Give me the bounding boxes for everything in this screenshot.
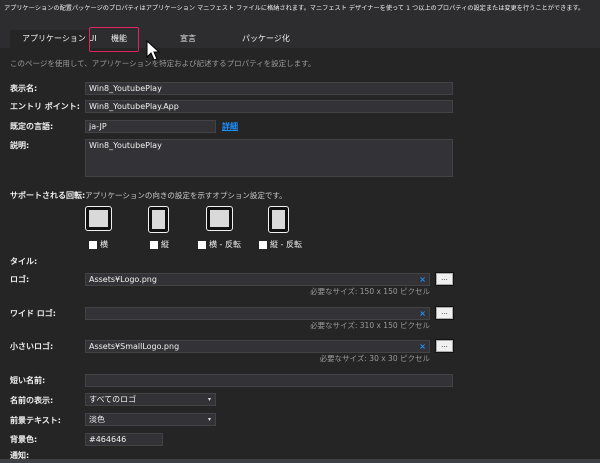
- portrait-checkbox[interactable]: 縦: [150, 239, 169, 250]
- wide-logo-size-hint: 必要なサイズ: 310 x 150 ピクセル: [310, 321, 430, 330]
- entry-point-label: エントリ ポイント:: [10, 102, 80, 111]
- short-name-label: 短い名前:: [10, 376, 46, 385]
- details-link[interactable]: 詳細: [222, 121, 238, 132]
- logo-input[interactable]: Assets¥Logo.png ×: [85, 273, 430, 286]
- landscape-checkbox[interactable]: 横: [89, 239, 108, 250]
- short-name-input[interactable]: [85, 374, 453, 387]
- landscape-flipped-label: 横 - 反転: [209, 240, 241, 249]
- display-name-input[interactable]: Win8_YoutubePlay: [85, 82, 453, 95]
- background-color-input[interactable]: #464646: [85, 433, 163, 446]
- show-name-select[interactable]: すべてのロゴ ▾: [85, 393, 216, 406]
- show-name-label: 名前の表示:: [10, 396, 54, 405]
- small-logo-input[interactable]: Assets¥SmallLogo.png ×: [85, 340, 430, 353]
- default-language-input[interactable]: ja-JP: [85, 120, 216, 133]
- tab-declarations[interactable]: 宣言: [180, 30, 196, 48]
- chevron-down-icon: ▾: [207, 416, 211, 423]
- entry-point-input[interactable]: Win8_YoutubePlay.App: [85, 100, 453, 113]
- portrait-flipped-checkbox[interactable]: 縦 - 反転: [259, 239, 302, 250]
- tab-packaging[interactable]: パッケージ化: [242, 30, 290, 48]
- portrait-label: 縦: [161, 240, 169, 249]
- portrait-flipped-icon[interactable]: [268, 206, 289, 233]
- landscape-label: 横: [100, 240, 108, 249]
- display-name-label: 表示名:: [10, 84, 38, 93]
- small-logo-label: 小さいロゴ:: [10, 342, 54, 351]
- portrait-icon[interactable]: [148, 206, 169, 233]
- logo-size-hint: 必要なサイズ: 150 x 150 ピクセル: [310, 287, 430, 296]
- page-subtitle: このページを使用して、アプリケーションを特定および記述するプロパティを設定します…: [10, 59, 316, 68]
- small-logo-size-hint: 必要なサイズ: 30 x 30 ピクセル: [319, 354, 430, 363]
- landscape-flipped-icon[interactable]: [206, 206, 233, 231]
- logo-value: Assets¥Logo.png: [89, 275, 157, 284]
- description-label: 説明:: [10, 141, 30, 150]
- chevron-down-icon: ▾: [207, 396, 211, 403]
- clear-icon[interactable]: ×: [419, 308, 426, 319]
- description-textarea[interactable]: Win8_YoutubePlay: [85, 139, 453, 177]
- landscape-flipped-checkbox[interactable]: 横 - 反転: [198, 239, 241, 250]
- wide-logo-input[interactable]: ×: [85, 307, 430, 320]
- show-name-value: すべてのロゴ: [89, 395, 137, 404]
- highlight-box: [89, 27, 139, 52]
- clear-icon[interactable]: ×: [419, 274, 426, 285]
- small-logo-value: Assets¥SmallLogo.png: [89, 342, 180, 351]
- foreground-text-select[interactable]: 淡色 ▾: [85, 413, 216, 426]
- wide-logo-browse-button[interactable]: ...: [436, 307, 453, 319]
- clear-icon[interactable]: ×: [419, 341, 426, 352]
- portrait-flipped-label: 縦 - 反転: [270, 240, 302, 249]
- foreground-text-value: 淡色: [89, 415, 105, 424]
- default-language-label: 既定の言語:: [10, 122, 54, 131]
- rotation-label: サポートされる回転:: [10, 191, 86, 200]
- background-color-label: 背景色:: [10, 435, 38, 444]
- tab-application-ui[interactable]: アプリケーション UI: [10, 30, 97, 48]
- foreground-text-label: 前景テキスト:: [10, 416, 61, 425]
- logo-label: ロゴ:: [10, 275, 30, 284]
- header-description: アプリケーションの配置パッケージのプロパティはアプリケーション マニフェスト フ…: [4, 5, 585, 12]
- landscape-icon[interactable]: [85, 206, 112, 231]
- logo-browse-button[interactable]: ...: [436, 273, 453, 285]
- wide-logo-label: ワイド ロゴ:: [10, 309, 56, 318]
- tile-heading: タイル:: [10, 257, 38, 266]
- bottom-border: [0, 459, 600, 463]
- rotation-hint: アプリケーションの向きの設定を示すオプション設定です。: [85, 191, 287, 200]
- small-logo-browse-button[interactable]: ...: [436, 340, 453, 352]
